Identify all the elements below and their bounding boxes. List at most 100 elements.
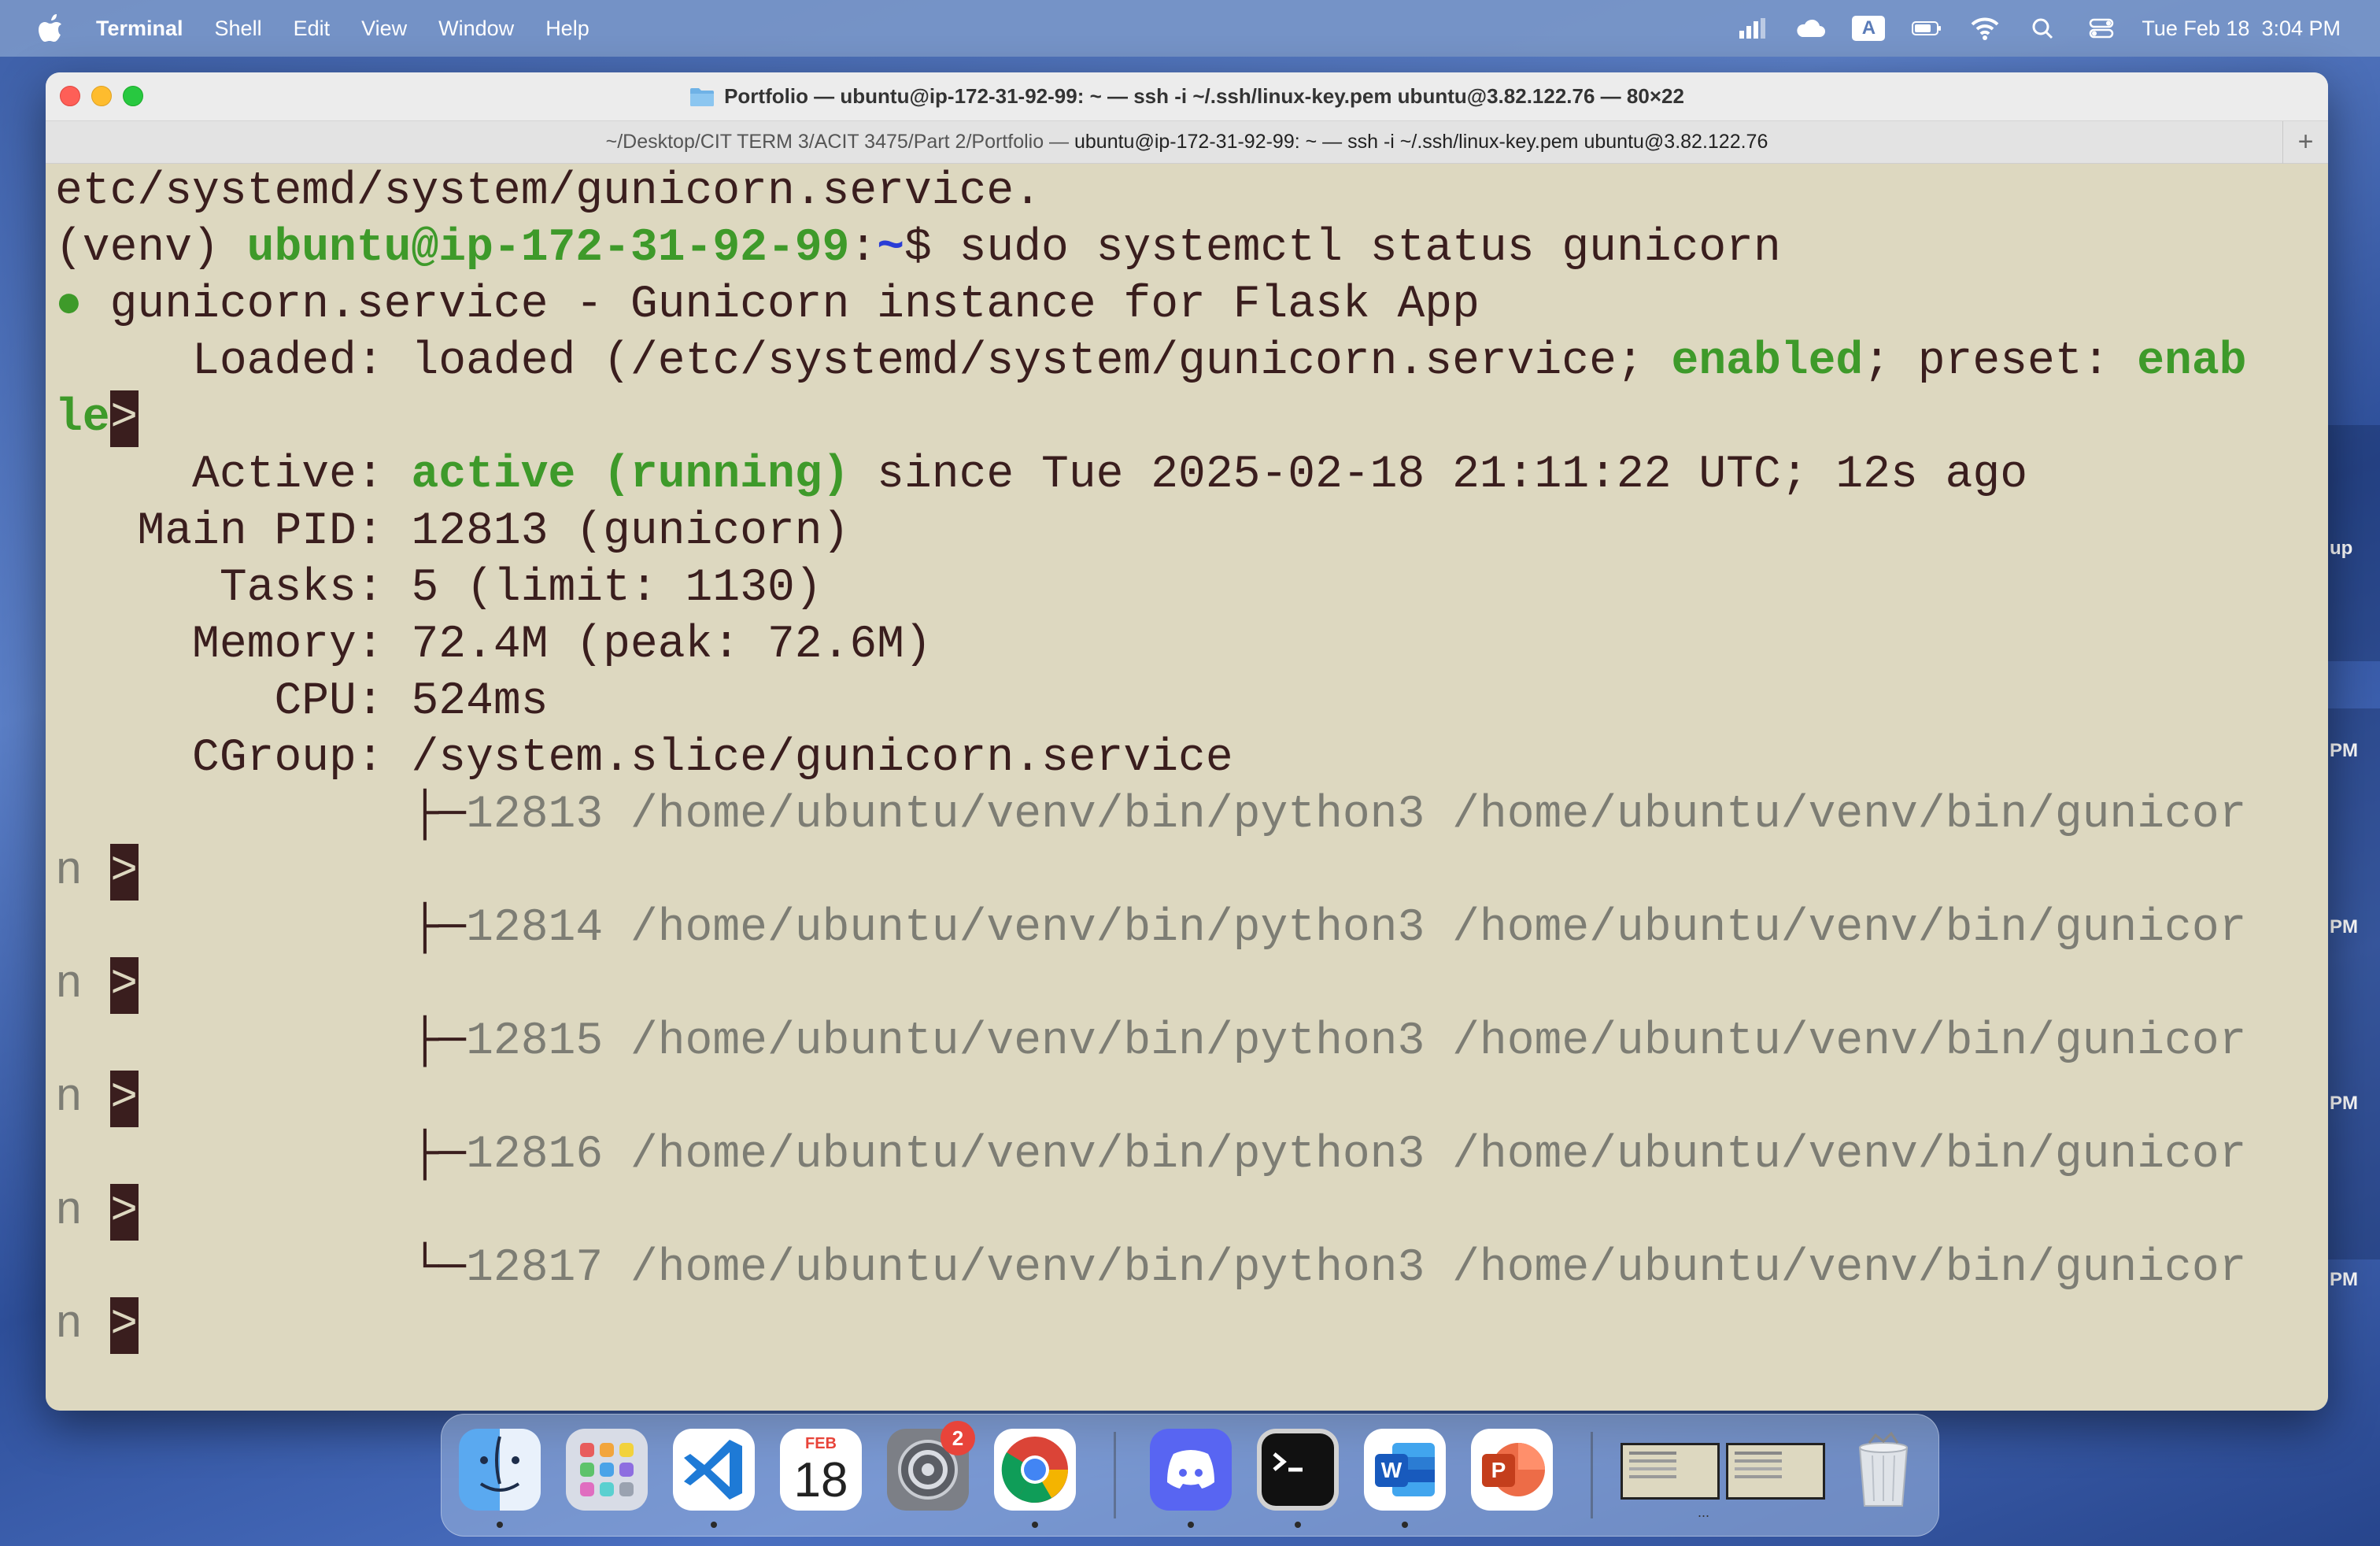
window-titlebar[interactable]: Portfolio — ubuntu@ip-172-31-92-99: ~ — …	[46, 72, 2328, 121]
process-line-wrap: n >	[55, 1184, 2328, 1241]
input-source-icon[interactable]: A	[1850, 13, 1887, 44]
dock-launchpad[interactable]	[566, 1429, 648, 1511]
dock-trash[interactable]	[1842, 1429, 1924, 1511]
cpu-line: CPU: 524ms	[55, 676, 549, 727]
truncation-marker: >	[109, 1184, 139, 1241]
wifi-icon[interactable]	[1967, 13, 2003, 44]
svg-text:P: P	[1491, 1458, 1506, 1482]
menu-app-terminal[interactable]: Terminal	[96, 17, 183, 41]
running-indicator	[1402, 1522, 1408, 1528]
memory-line: Memory: 72.4M (peak: 72.6M)	[55, 620, 932, 671]
tab-session: ubuntu@ip-172-31-92-99: ~ — ssh -i ~/.ss…	[1074, 131, 1768, 153]
prompt-path: ~	[877, 223, 904, 274]
terminal-icon	[1257, 1429, 1339, 1511]
tab-bar: ~/Desktop/CIT TERM 3/ACIT 3475/Part 2/Po…	[46, 121, 2328, 164]
calendar-month: FEB	[805, 1435, 837, 1452]
running-indicator	[497, 1522, 503, 1528]
desktop-text-fragment: PM	[2330, 1269, 2358, 1290]
dock-finder[interactable]	[459, 1429, 541, 1528]
process-line-wrap: n >	[55, 1071, 2328, 1127]
process-line: ├─12814 /home/ubuntu/venv/bin/python3 /h…	[55, 903, 2247, 954]
active-line: Active: active (running) since Tue 2025-…	[55, 449, 2028, 501]
command-text: sudo systemctl status gunicorn	[959, 223, 1781, 274]
menu-shell[interactable]: Shell	[215, 17, 262, 41]
window-title-text: Portfolio — ubuntu@ip-172-31-92-99: ~ — …	[724, 84, 1684, 108]
minimized-window-thumbnail[interactable]	[1621, 1443, 1720, 1500]
close-button[interactable]	[60, 86, 80, 106]
desktop-text-fragment: PM	[2330, 916, 2358, 938]
signal-bars-icon[interactable]	[1734, 13, 1770, 44]
prompt-line: (venv) ubuntu@ip-172-31-92-99:~$ sudo sy…	[55, 223, 1781, 274]
terminal-output[interactable]: etc/systemd/system/gunicorn.service. (ve…	[46, 164, 2328, 1411]
dock-powerpoint[interactable]: P	[1471, 1429, 1553, 1511]
loaded-line: Loaded: loaded (/etc/systemd/system/guni…	[55, 336, 2247, 387]
menu-help[interactable]: Help	[545, 17, 589, 41]
calendar-day: 18	[793, 1453, 848, 1507]
spotlight-search-icon[interactable]	[2025, 13, 2061, 44]
control-center-icon[interactable]	[2083, 13, 2119, 44]
traffic-lights	[60, 86, 154, 106]
vscode-icon	[673, 1429, 755, 1511]
thumbnail-more-indicator: ...	[1698, 1504, 1710, 1520]
menu-bar: Terminal Shell Edit View Window Help A T…	[0, 0, 2380, 57]
dock-discord[interactable]	[1150, 1429, 1232, 1528]
svg-text:W: W	[1381, 1458, 1402, 1482]
desktop-text-fragment: PM	[2330, 1093, 2358, 1114]
menu-edit[interactable]: Edit	[294, 17, 331, 41]
process-line-wrap: n >	[55, 957, 2328, 1014]
service-line: ● gunicorn.service - Gunicorn instance f…	[55, 279, 1480, 331]
main-pid-line: Main PID: 12813 (gunicorn)	[55, 506, 850, 557]
menu-window[interactable]: Window	[438, 17, 514, 41]
running-indicator	[1295, 1522, 1301, 1528]
folder-icon	[690, 87, 715, 106]
process-line: └─12817 /home/ubuntu/venv/bin/python3 /h…	[55, 1243, 2247, 1294]
process-line: ├─12816 /home/ubuntu/venv/bin/python3 /h…	[55, 1130, 2247, 1181]
menu-view[interactable]: View	[361, 17, 407, 41]
truncation-marker: >	[109, 1071, 139, 1127]
tab-active[interactable]: ~/Desktop/CIT TERM 3/ACIT 3475/Part 2/Po…	[46, 131, 2328, 153]
desktop-window-edge	[2325, 708, 2380, 1259]
notification-badge: 2	[941, 1421, 975, 1455]
tab-path: ~/Desktop/CIT TERM 3/ACIT 3475/Part 2/Po…	[605, 131, 1074, 153]
dock-calendar[interactable]: FEB 18	[780, 1429, 862, 1511]
launchpad-icon	[566, 1429, 648, 1511]
dock-word[interactable]: W	[1364, 1429, 1446, 1528]
process-line-wrap: n >	[55, 844, 2328, 901]
window-title: Portfolio — ubuntu@ip-172-31-92-99: ~ — …	[689, 84, 1684, 109]
dock-chrome[interactable]	[994, 1429, 1076, 1528]
output-line: etc/systemd/system/gunicorn.service.	[55, 166, 1042, 217]
zoom-button[interactable]	[123, 86, 143, 106]
truncation-marker: >	[109, 1297, 139, 1354]
dock-vscode[interactable]	[673, 1429, 755, 1528]
loaded-line-wrap: le>	[55, 390, 2328, 447]
process-line: ├─12815 /home/ubuntu/venv/bin/python3 /h…	[55, 1016, 2247, 1067]
active-state: active (running)	[411, 449, 850, 501]
desktop-text-fragment: PM	[2330, 740, 2358, 761]
terminal-window: Portfolio — ubuntu@ip-172-31-92-99: ~ — …	[46, 72, 2328, 1411]
minimize-button[interactable]	[91, 86, 112, 106]
dock-separator	[1591, 1432, 1593, 1518]
chrome-icon	[994, 1429, 1076, 1511]
status-dot-icon: ●	[55, 279, 83, 331]
trash-icon	[1858, 1431, 1909, 1507]
dock-terminal[interactable]	[1257, 1429, 1339, 1528]
menu-clock[interactable]: Tue Feb 18 3:04 PM	[2142, 17, 2341, 41]
dock-system-settings[interactable]: 2	[887, 1421, 975, 1511]
dock: FEB 18 2 W P ...	[441, 1414, 1939, 1537]
truncation-marker: >	[109, 844, 139, 901]
truncation-marker: >	[109, 957, 139, 1014]
truncation-marker: >	[109, 390, 139, 447]
new-tab-button[interactable]: +	[2282, 121, 2328, 164]
powerpoint-icon: P	[1471, 1429, 1553, 1511]
process-line-wrap: n >	[55, 1297, 2328, 1354]
dock-separator	[1114, 1432, 1116, 1518]
apple-menu-icon[interactable]	[30, 8, 71, 49]
finder-icon	[459, 1429, 541, 1511]
battery-icon[interactable]	[1909, 13, 1945, 44]
cloud-icon[interactable]	[1792, 13, 1828, 44]
minimized-window-thumbnail[interactable]	[1726, 1443, 1825, 1500]
tasks-line: Tasks: 5 (limit: 1130)	[55, 563, 822, 614]
word-icon: W	[1364, 1429, 1446, 1511]
discord-icon	[1150, 1429, 1232, 1511]
running-indicator	[1188, 1522, 1194, 1528]
